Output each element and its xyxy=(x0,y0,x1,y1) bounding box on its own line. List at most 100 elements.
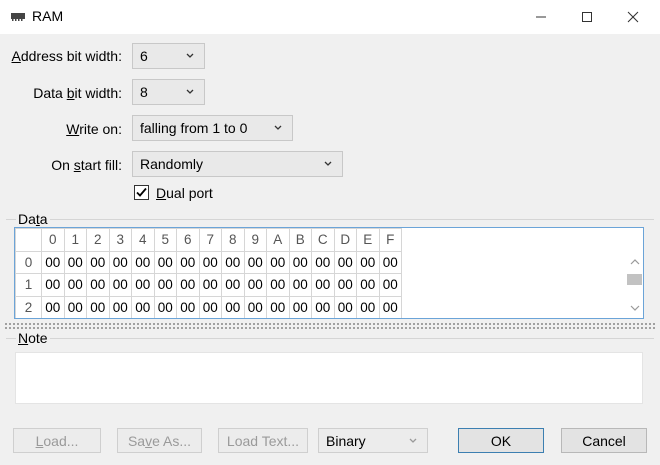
memory-cell[interactable]: 00 xyxy=(108,295,132,318)
load-text-button[interactable]: Load Text... xyxy=(218,428,308,453)
memory-cell[interactable]: 00 xyxy=(221,273,245,297)
ok-button[interactable]: OK xyxy=(458,428,544,453)
memory-cell[interactable]: 00 xyxy=(378,295,402,318)
memory-cell[interactable]: 00 xyxy=(356,295,380,318)
memory-cell[interactable]: 00 xyxy=(63,273,87,297)
memory-cell[interactable]: 00 xyxy=(86,250,110,274)
close-icon xyxy=(627,11,639,23)
dual-port-label: Dual port xyxy=(156,185,213,201)
memory-cell[interactable]: 00 xyxy=(243,295,267,318)
column-header: 4 xyxy=(131,228,155,252)
memory-cell[interactable]: 00 xyxy=(63,295,87,318)
row-header: 0 xyxy=(15,250,42,274)
memory-cell[interactable]: 00 xyxy=(86,295,110,318)
write-on-select[interactable]: falling from 1 to 0 xyxy=(132,115,293,141)
memory-cell[interactable]: 00 xyxy=(288,273,312,297)
memory-cell[interactable]: 00 xyxy=(198,295,222,318)
note-group-border xyxy=(6,338,16,339)
column-header: E xyxy=(356,228,380,252)
maximize-button[interactable] xyxy=(564,0,610,34)
memory-cell[interactable]: 00 xyxy=(378,250,402,274)
on-start-fill-select[interactable]: Randomly xyxy=(132,151,343,177)
grid-corner xyxy=(15,228,42,252)
column-header: 0 xyxy=(41,228,65,252)
vertical-scrollbar[interactable] xyxy=(625,250,643,318)
memory-cell[interactable]: 00 xyxy=(41,250,65,274)
memory-cell[interactable]: 00 xyxy=(176,295,200,318)
format-select[interactable]: Binary xyxy=(318,428,428,453)
minimize-button[interactable] xyxy=(518,0,564,34)
memory-cell[interactable]: 00 xyxy=(108,273,132,297)
column-header: 6 xyxy=(176,228,200,252)
memory-cell[interactable]: 00 xyxy=(221,295,245,318)
memory-cell[interactable]: 00 xyxy=(153,295,177,318)
memory-cell[interactable]: 00 xyxy=(131,273,155,297)
chevron-down-icon[interactable] xyxy=(630,304,640,312)
load-button[interactable]: Load... xyxy=(13,428,101,453)
memory-cell[interactable]: 00 xyxy=(41,295,65,318)
memory-cell[interactable]: 00 xyxy=(176,273,200,297)
chevron-down-icon xyxy=(186,53,194,58)
chip-icon xyxy=(11,13,25,21)
data-group-border xyxy=(48,219,654,220)
memory-cell[interactable]: 00 xyxy=(333,295,357,318)
dual-port-checkbox[interactable] xyxy=(134,185,149,200)
memory-cell[interactable]: 00 xyxy=(108,250,132,274)
memory-cell[interactable]: 00 xyxy=(356,250,380,274)
memory-cell[interactable]: 00 xyxy=(131,250,155,274)
memory-cell[interactable]: 00 xyxy=(288,250,312,274)
memory-cell[interactable]: 00 xyxy=(153,250,177,274)
data-group-title: Data xyxy=(16,211,50,227)
minimize-icon xyxy=(536,16,546,18)
column-header: C xyxy=(311,228,335,252)
cancel-button[interactable]: Cancel xyxy=(561,428,647,453)
chevron-down-icon xyxy=(324,161,332,166)
memory-cell[interactable]: 00 xyxy=(243,250,267,274)
memory-cell[interactable]: 00 xyxy=(311,295,335,318)
chevron-up-icon[interactable] xyxy=(630,258,640,266)
memory-cell[interactable]: 00 xyxy=(266,250,290,274)
memory-cell[interactable]: 00 xyxy=(198,273,222,297)
splitter-handle[interactable] xyxy=(4,322,656,329)
window-title: RAM xyxy=(32,8,64,24)
memory-cell[interactable]: 00 xyxy=(153,273,177,297)
row-header: 1 xyxy=(15,273,42,297)
memory-cell[interactable]: 00 xyxy=(266,295,290,318)
table-row: 1 00 00 00 00 00 00 00 00 00 00 00 00 00… xyxy=(15,273,402,297)
memory-cell[interactable]: 00 xyxy=(288,295,312,318)
column-header-row: 0 1 2 3 4 5 6 7 8 9 A B C D E F xyxy=(15,228,402,252)
memory-data-grid[interactable]: 0 1 2 3 4 5 6 7 8 9 A B C D E F 0 00 00 … xyxy=(14,227,644,319)
address-bit-width-select[interactable]: 6 xyxy=(132,43,205,69)
memory-cell[interactable]: 00 xyxy=(176,250,200,274)
memory-cell[interactable]: 00 xyxy=(266,273,290,297)
memory-cell[interactable]: 00 xyxy=(131,295,155,318)
memory-cell[interactable]: 00 xyxy=(333,250,357,274)
column-header: F xyxy=(378,228,402,252)
close-button[interactable] xyxy=(610,0,656,34)
memory-cell[interactable]: 00 xyxy=(243,273,267,297)
memory-cell[interactable]: 00 xyxy=(221,250,245,274)
column-header: A xyxy=(266,228,290,252)
memory-cell[interactable]: 00 xyxy=(311,250,335,274)
column-header: 3 xyxy=(108,228,132,252)
memory-table: 0 1 2 3 4 5 6 7 8 9 A B C D E F 0 00 00 … xyxy=(15,228,402,318)
scrollbar-thumb[interactable] xyxy=(627,274,642,285)
memory-cell[interactable]: 00 xyxy=(86,273,110,297)
memory-cell[interactable]: 00 xyxy=(378,273,402,297)
data-bit-width-select[interactable]: 8 xyxy=(132,79,205,105)
memory-cell[interactable]: 00 xyxy=(41,273,65,297)
memory-cell[interactable]: 00 xyxy=(311,273,335,297)
note-group-border xyxy=(48,338,654,339)
memory-cell[interactable]: 00 xyxy=(356,273,380,297)
memory-cell[interactable]: 00 xyxy=(63,250,87,274)
column-header: 1 xyxy=(63,228,87,252)
table-row: 2 00 00 00 00 00 00 00 00 00 00 00 00 00… xyxy=(15,295,402,318)
table-row: 0 00 00 00 00 00 00 00 00 00 00 00 00 00… xyxy=(15,250,402,274)
memory-cell[interactable]: 00 xyxy=(198,250,222,274)
save-as-button[interactable]: Sa v e As... xyxy=(117,428,202,453)
memory-cell[interactable]: 00 xyxy=(333,273,357,297)
format-value: Binary xyxy=(326,432,366,449)
write-on-value: falling from 1 to 0 xyxy=(140,120,248,136)
note-textarea[interactable] xyxy=(15,352,643,404)
chevron-down-icon xyxy=(274,125,282,130)
